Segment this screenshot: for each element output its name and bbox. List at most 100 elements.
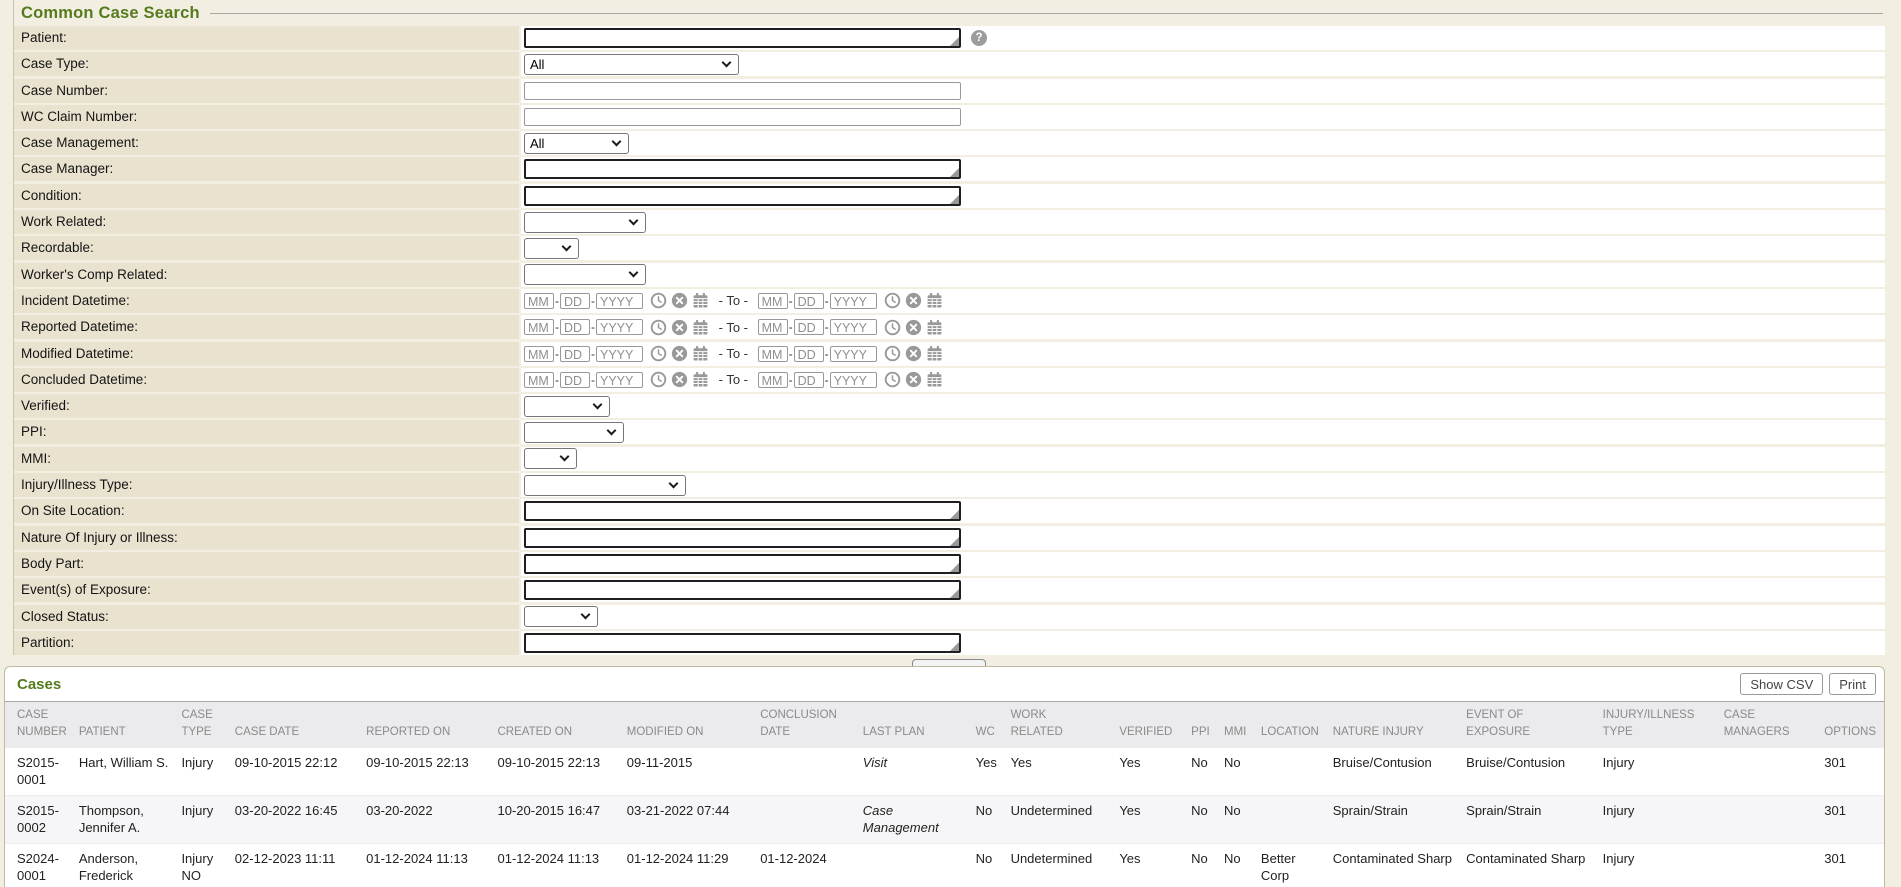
ppi-select[interactable] (524, 422, 624, 443)
verified-select[interactable] (524, 396, 610, 417)
closed-status-select[interactable] (524, 606, 598, 627)
incident-datetime-from-yyyy-input[interactable]: YYYY (596, 293, 643, 309)
form-row-events-of-exposure: Event(s) of Exposure: (14, 578, 1885, 602)
case-management-select[interactable]: All (524, 133, 629, 154)
clear-icon[interactable] (671, 371, 688, 388)
modified-datetime-to-mm-input[interactable]: MM (758, 346, 788, 362)
clock-icon[interactable] (884, 345, 901, 362)
col-header-work_related: WORK RELATED (1009, 702, 1118, 748)
events-of-exposure-input[interactable] (524, 580, 961, 600)
modified-datetime-from-yyyy-input[interactable]: YYYY (596, 346, 643, 362)
incident-datetime-to-yyyy-input[interactable]: YYYY (830, 293, 877, 309)
modified-datetime-from-mm-input[interactable]: MM (524, 346, 554, 362)
search-button-strip (13, 657, 1885, 666)
col-header-verified: VERIFIED (1117, 702, 1189, 748)
calendar-icon[interactable] (692, 319, 709, 336)
cell-event_of_exposure: Contaminated Sharp (1464, 844, 1600, 887)
case-number-input[interactable] (524, 82, 961, 100)
cell-options: 301 (1822, 748, 1884, 796)
clock-icon[interactable] (650, 345, 667, 362)
clock-icon[interactable] (650, 371, 667, 388)
cell-case_number: S2024-0001 (5, 844, 77, 887)
cell-case_managers (1722, 796, 1823, 844)
clock-icon[interactable] (650, 319, 667, 336)
form-row-condition: Condition: (14, 184, 1885, 208)
reported-datetime-from-yyyy-input[interactable]: YYYY (596, 319, 643, 335)
calendar-icon[interactable] (926, 371, 943, 388)
nature-of-injury-or-illness-input[interactable] (524, 528, 961, 548)
modified-datetime-to-yyyy-input[interactable]: YYYY (830, 346, 877, 362)
calendar-icon[interactable] (692, 345, 709, 362)
clock-icon[interactable] (884, 292, 901, 309)
clear-icon[interactable] (671, 319, 688, 336)
incident-datetime-to-dd-input[interactable]: DD (794, 293, 824, 309)
print-button[interactable]: Print (1829, 673, 1876, 695)
col-header-options: OPTIONS (1822, 702, 1884, 748)
cell-case_date: 03-20-2022 16:45 (233, 796, 364, 844)
clear-icon[interactable] (905, 345, 922, 362)
clock-icon[interactable] (884, 371, 901, 388)
help-icon[interactable]: ? (971, 30, 987, 46)
incident-datetime-from-dd-input[interactable]: DD (560, 293, 590, 309)
incident-datetime-to-mm-input[interactable]: MM (758, 293, 788, 309)
col-header-modified_on: MODIFIED ON (625, 702, 758, 748)
cell-conclusion_date: 01-12-2024 (758, 844, 861, 887)
cell-work_related: Yes (1009, 748, 1118, 796)
clear-icon[interactable] (671, 292, 688, 309)
patient-input[interactable] (524, 28, 961, 48)
incident-datetime-from-mm-input[interactable]: MM (524, 293, 554, 309)
clear-icon[interactable] (905, 292, 922, 309)
concluded-datetime-to-yyyy-input[interactable]: YYYY (830, 372, 877, 388)
concluded-datetime-to-dd-input[interactable]: DD (794, 372, 824, 388)
reported-datetime-to-mm-input[interactable]: MM (758, 319, 788, 335)
reported-datetime-from-dd-input[interactable]: DD (560, 319, 590, 335)
calendar-icon[interactable] (692, 292, 709, 309)
concluded-datetime-from-dd-input[interactable]: DD (560, 372, 590, 388)
clock-icon[interactable] (884, 319, 901, 336)
col-header-wc: WC (974, 702, 1009, 748)
injury-illness-type-select[interactable] (524, 475, 686, 496)
modified-datetime-to-group: MM-DD-YYYY (758, 345, 943, 362)
work-related-select[interactable] (524, 212, 646, 233)
cell-work_related: Undetermined (1009, 796, 1118, 844)
show-csv-button[interactable]: Show CSV (1740, 673, 1823, 695)
condition-input[interactable] (524, 186, 961, 206)
workers-comp-related-select[interactable] (524, 264, 646, 285)
calendar-icon[interactable] (692, 371, 709, 388)
cell-case_number: S2015-0002 (5, 796, 77, 844)
col-header-location: LOCATION (1259, 702, 1331, 748)
concluded-datetime-to-mm-input[interactable]: MM (758, 372, 788, 388)
modified-datetime-to-dd-input[interactable]: DD (794, 346, 824, 362)
clear-icon[interactable] (905, 371, 922, 388)
modified-datetime-from-dd-input[interactable]: DD (560, 346, 590, 362)
cell-patient: Thompson, Jennifer A. (77, 796, 180, 844)
case-manager-input[interactable] (524, 159, 961, 179)
reported-datetime-to-yyyy-input[interactable]: YYYY (830, 319, 877, 335)
cell-case_managers (1722, 748, 1823, 796)
clear-icon[interactable] (671, 345, 688, 362)
concluded-datetime-from-yyyy-input[interactable]: YYYY (596, 372, 643, 388)
partition-input[interactable] (524, 633, 961, 653)
search-form-rows: Patient:?Case Type:AllCase Number:WC Cla… (14, 26, 1885, 655)
clear-icon[interactable] (905, 319, 922, 336)
recordable-select[interactable] (524, 238, 579, 259)
search-button[interactable] (912, 659, 986, 666)
form-row-case-management: Case Management:All (14, 131, 1885, 155)
mmi-select[interactable] (524, 448, 577, 469)
on-site-location-input[interactable] (524, 501, 961, 521)
calendar-icon[interactable] (926, 345, 943, 362)
case-type-label: Case Type: (14, 52, 519, 76)
cell-last_plan (861, 844, 974, 887)
cell-modified_on: 01-12-2024 11:29 (625, 844, 758, 887)
body-part-input[interactable] (524, 554, 961, 574)
wc-claim-number-input[interactable] (524, 108, 961, 126)
case-manager-field-cell (521, 157, 1885, 181)
reported-datetime-from-mm-input[interactable]: MM (524, 319, 554, 335)
calendar-icon[interactable] (926, 319, 943, 336)
calendar-icon[interactable] (926, 292, 943, 309)
recordable-label: Recordable: (14, 236, 519, 260)
clock-icon[interactable] (650, 292, 667, 309)
concluded-datetime-from-mm-input[interactable]: MM (524, 372, 554, 388)
case-type-select[interactable]: All (524, 54, 739, 75)
reported-datetime-to-dd-input[interactable]: DD (794, 319, 824, 335)
